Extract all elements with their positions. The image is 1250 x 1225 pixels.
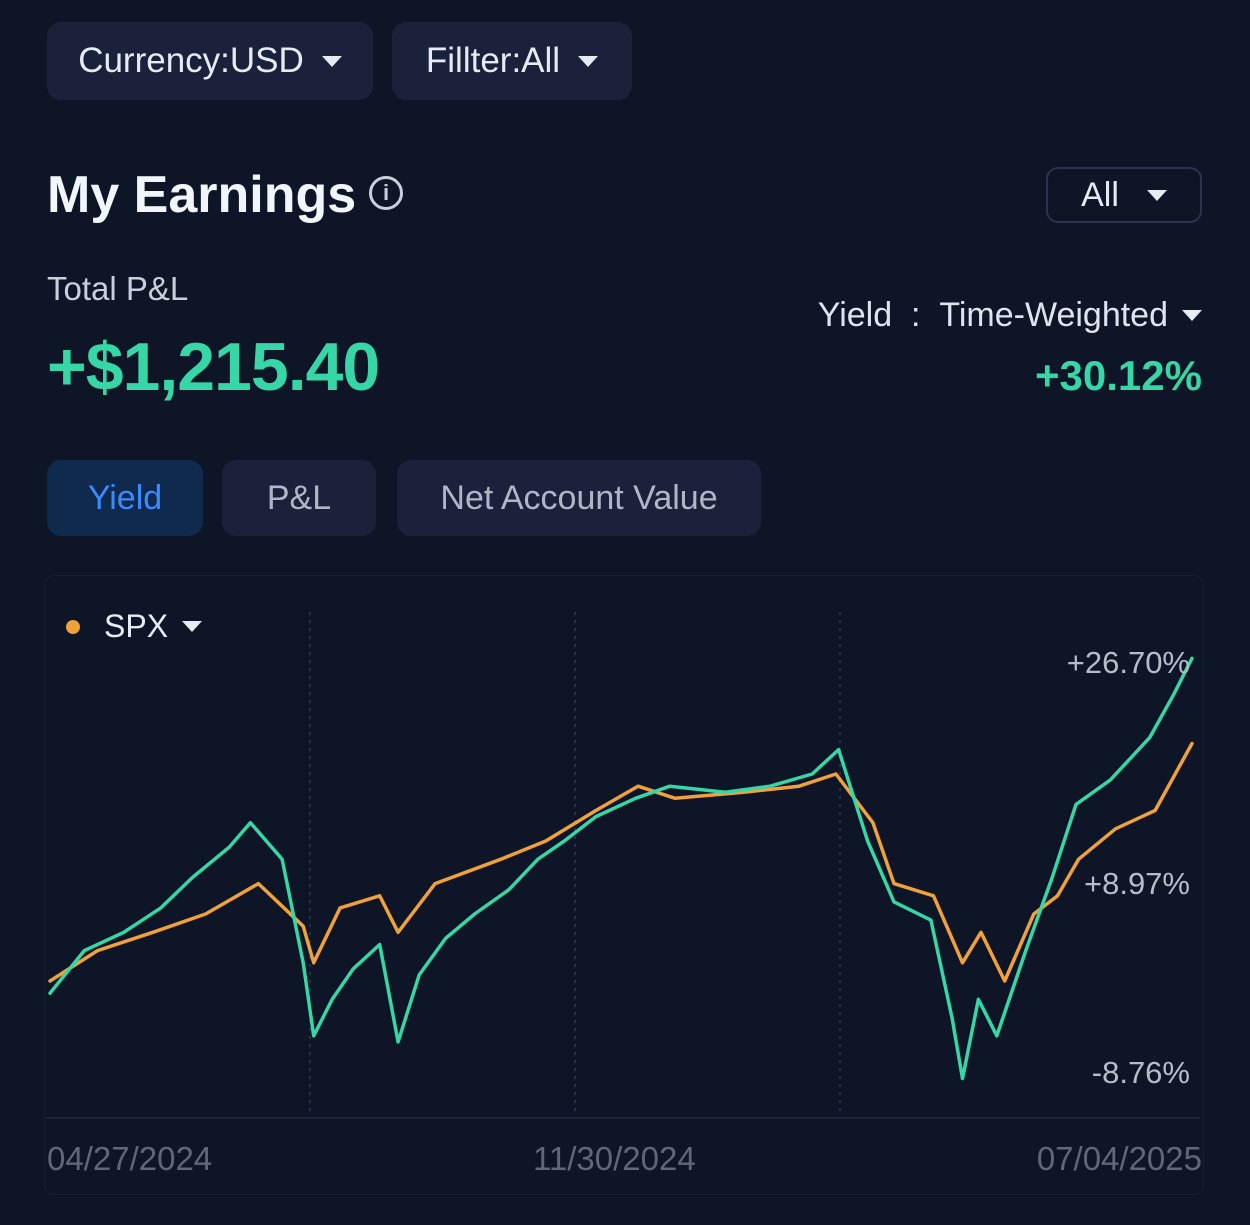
benchmark-selector[interactable]: SPX [66, 608, 203, 645]
benchmark-series-line [48, 741, 1194, 983]
portfolio-series-line [48, 656, 1194, 1081]
benchmark-legend-dot [66, 619, 80, 634]
x-tick-label: 04/27/2024 [47, 1140, 213, 1177]
y-tick-label: +8.97% [1083, 866, 1190, 901]
x-tick-label: 11/30/2024 [533, 1140, 696, 1177]
y-tick-label: -8.76% [1091, 1055, 1190, 1090]
benchmark-label: SPX [104, 608, 169, 644]
x-tick-label: 07/04/2025 [1036, 1140, 1202, 1177]
chevron-down-icon [182, 621, 203, 632]
y-tick-label: +26.70% [1066, 645, 1190, 680]
